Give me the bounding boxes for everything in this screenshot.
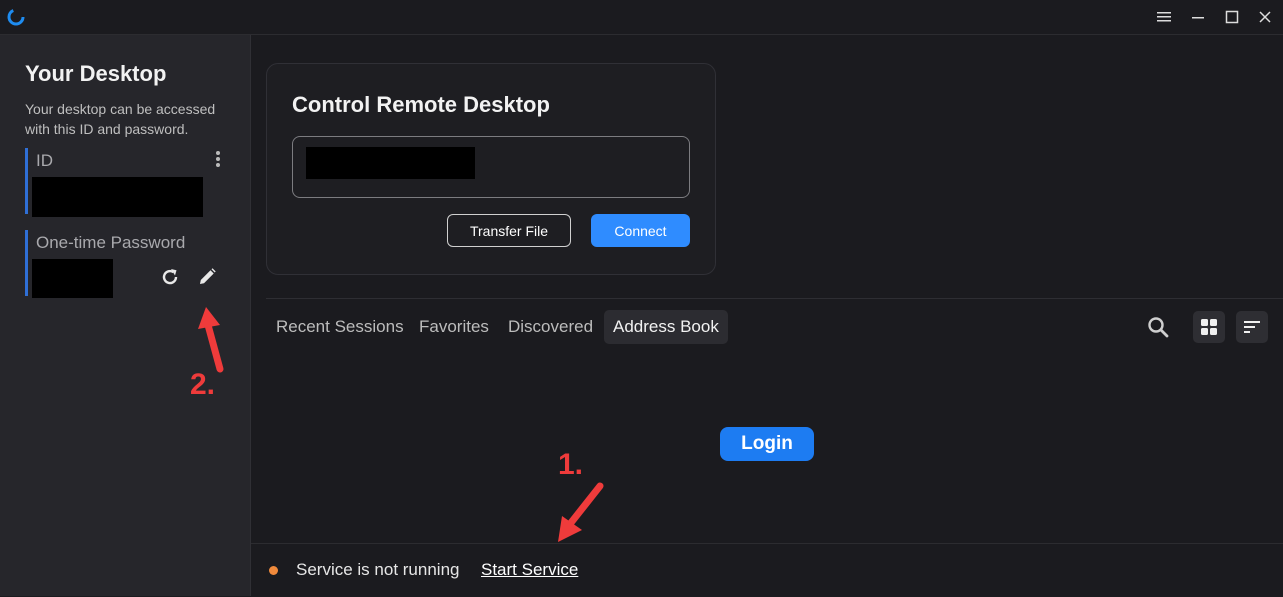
tab-discovered[interactable]: Discovered [508, 310, 593, 344]
sidebar: Your Desktop Your desktop can be accesse… [0, 35, 251, 596]
remote-id-redacted [306, 147, 475, 179]
password-field: One-time Password [25, 230, 228, 298]
remote-id-input[interactable] [292, 136, 690, 198]
annotation-arrow-1 [558, 482, 604, 542]
edit-pencil-icon[interactable] [195, 265, 219, 289]
app-logo-icon [7, 8, 25, 26]
status-bar: Service is not running Start Service [251, 543, 1283, 597]
password-label: One-time Password [36, 233, 186, 252]
grid-view-icon[interactable] [1193, 311, 1225, 343]
id-field: ID [25, 148, 228, 217]
password-value-redacted [32, 259, 113, 298]
tab-favorites[interactable]: Favorites [419, 310, 489, 344]
search-icon[interactable] [1142, 311, 1174, 343]
annotation-step-1: 1. [558, 448, 584, 481]
service-status-text: Service is not running [296, 560, 460, 579]
sidebar-description: Your desktop can be accessed with this I… [25, 101, 216, 137]
connect-button[interactable]: Connect [591, 214, 690, 247]
maximize-icon[interactable] [1222, 7, 1242, 27]
card-title: Control Remote Desktop [292, 92, 550, 117]
id-label: ID [36, 151, 53, 170]
id-value-redacted [32, 177, 203, 217]
title-bar [0, 0, 1283, 35]
login-button[interactable]: Login [720, 427, 814, 461]
tab-address-book[interactable]: Address Book [604, 310, 728, 344]
close-icon[interactable] [1255, 7, 1275, 27]
sidebar-title: Your Desktop [25, 61, 167, 86]
sort-icon[interactable] [1236, 311, 1268, 343]
section-divider [266, 298, 1283, 299]
refresh-icon[interactable] [158, 265, 182, 289]
minimize-icon[interactable] [1188, 7, 1208, 27]
status-indicator-dot [269, 566, 278, 575]
more-options-icon[interactable] [210, 148, 226, 170]
start-service-link[interactable]: Start Service [481, 560, 578, 580]
annotation-arrow-2 [198, 307, 224, 373]
transfer-file-button[interactable]: Transfer File [447, 214, 571, 247]
control-remote-card: Control Remote Desktop Transfer File Con… [266, 63, 716, 275]
annotation-step-2: 2. [190, 368, 216, 401]
menu-icon[interactable] [1154, 7, 1174, 27]
tab-recent-sessions[interactable]: Recent Sessions [276, 310, 404, 344]
